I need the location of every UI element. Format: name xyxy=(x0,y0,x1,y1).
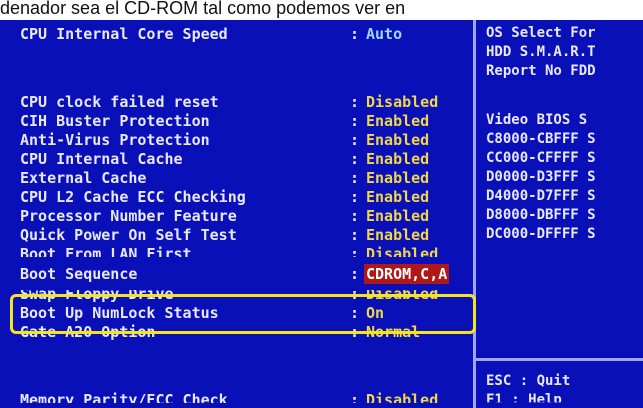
setting-boot-sequence[interactable]: Boot Sequence : CDROM,C,A xyxy=(20,264,476,284)
setting-value[interactable]: Enabled xyxy=(366,149,429,169)
setting-colon: : xyxy=(350,226,360,244)
setting-value[interactable]: Enabled xyxy=(366,225,429,245)
key-help-esc: ESC : Quit xyxy=(486,373,571,389)
setting-colon: : xyxy=(350,207,360,225)
setting-label: Memory Parity/ECC Check xyxy=(20,391,228,408)
setting-colon: : xyxy=(350,169,360,187)
setting-processor-number-feature[interactable]: Processor Number Feature : Enabled xyxy=(20,206,476,226)
setting-value[interactable]: Enabled xyxy=(366,206,429,226)
setting-cpu-l2-cache-ecc-checking[interactable]: CPU L2 Cache ECC Checking : Enabled xyxy=(20,187,476,207)
setting-colon: : xyxy=(350,188,360,206)
setting-value[interactable]: Disabled xyxy=(366,390,438,403)
help-line: HDD S.M.A.R.T xyxy=(486,44,596,60)
setting-label: CPU clock failed reset xyxy=(20,93,219,111)
setting-value[interactable]: Auto xyxy=(366,24,402,44)
setting-colon: : xyxy=(350,112,360,130)
setting-value[interactable]: Disabled xyxy=(366,244,438,257)
setting-label: Quick Power On Self Test xyxy=(20,226,237,244)
shadow-range: DC000-DFFFF S xyxy=(486,226,596,242)
setting-value[interactable]: CDROM,C,A xyxy=(364,264,450,284)
setting-label: CPU L2 Cache ECC Checking xyxy=(20,188,246,206)
setting-colon: : xyxy=(350,391,360,408)
boot-sequence-highlight xyxy=(10,294,476,334)
setting-label: CIH Buster Protection xyxy=(20,112,210,130)
help-line: OS Select For xyxy=(486,25,596,41)
setting-value[interactable]: Enabled xyxy=(366,187,429,207)
setting-cpu-internal-core-speed[interactable]: CPU Internal Core Speed : Auto xyxy=(20,24,476,44)
setting-colon: : xyxy=(350,25,360,43)
shadow-range: D4000-D7FFF S xyxy=(486,188,596,204)
setting-cpu-internal-cache[interactable]: CPU Internal Cache : Enabled xyxy=(20,149,476,169)
setting-boot-from-lan-first[interactable]: Boot From LAN First : Disabled xyxy=(20,244,476,263)
bios-setup-screen: CPU Internal Core Speed : Auto CPU clock… xyxy=(0,20,643,408)
setting-value[interactable]: Enabled xyxy=(366,111,429,131)
shadow-range: C8000-CBFFF S xyxy=(486,131,596,147)
caption-text: denador sea el CD-ROM tal como podemos v… xyxy=(0,0,643,20)
shadow-range: D8000-DBFFF S xyxy=(486,207,596,223)
video-bios-header: Video BIOS S xyxy=(486,112,588,128)
setting-label: External Cache xyxy=(20,169,147,187)
key-help-f1: F1 : Help xyxy=(486,392,562,408)
settings-panel: CPU Internal Core Speed : Auto CPU clock… xyxy=(8,20,476,408)
setting-value[interactable]: Disabled xyxy=(366,92,438,112)
help-line: Report No FDD xyxy=(486,63,596,79)
setting-label: Boot Sequence xyxy=(20,265,138,283)
help-panel: OS Select For HDD S.M.A.R.T Report No FD… xyxy=(476,20,643,408)
setting-label: CPU Internal Core Speed xyxy=(20,25,228,43)
setting-memory-parity-ecc-check[interactable]: Memory Parity/ECC Check : Disabled xyxy=(20,390,476,408)
setting-colon: : xyxy=(350,245,360,263)
setting-external-cache[interactable]: External Cache : Enabled xyxy=(20,168,476,188)
setting-colon: : xyxy=(350,150,360,168)
setting-colon: : xyxy=(350,131,360,149)
setting-quick-power-on-self-test[interactable]: Quick Power On Self Test : Enabled xyxy=(20,225,476,245)
setting-value[interactable]: Enabled xyxy=(366,168,429,188)
setting-label: Boot From LAN First xyxy=(20,245,192,263)
setting-label: CPU Internal Cache xyxy=(20,150,183,168)
setting-anti-virus-protection[interactable]: Anti-Virus Protection : Enabled xyxy=(20,130,476,150)
setting-label: Anti-Virus Protection xyxy=(20,131,210,149)
setting-colon: : xyxy=(350,93,360,111)
setting-cih-buster-protection[interactable]: CIH Buster Protection : Enabled xyxy=(20,111,476,131)
setting-value[interactable]: Enabled xyxy=(366,130,429,150)
setting-label: Processor Number Feature xyxy=(20,207,237,225)
shadow-range: D0000-D3FFF S xyxy=(486,169,596,185)
setting-colon: : xyxy=(350,265,360,283)
setting-cpu-clock-failed-reset[interactable]: CPU clock failed reset : Disabled xyxy=(20,92,476,112)
shadow-range: CC000-CFFFF S xyxy=(486,150,596,166)
